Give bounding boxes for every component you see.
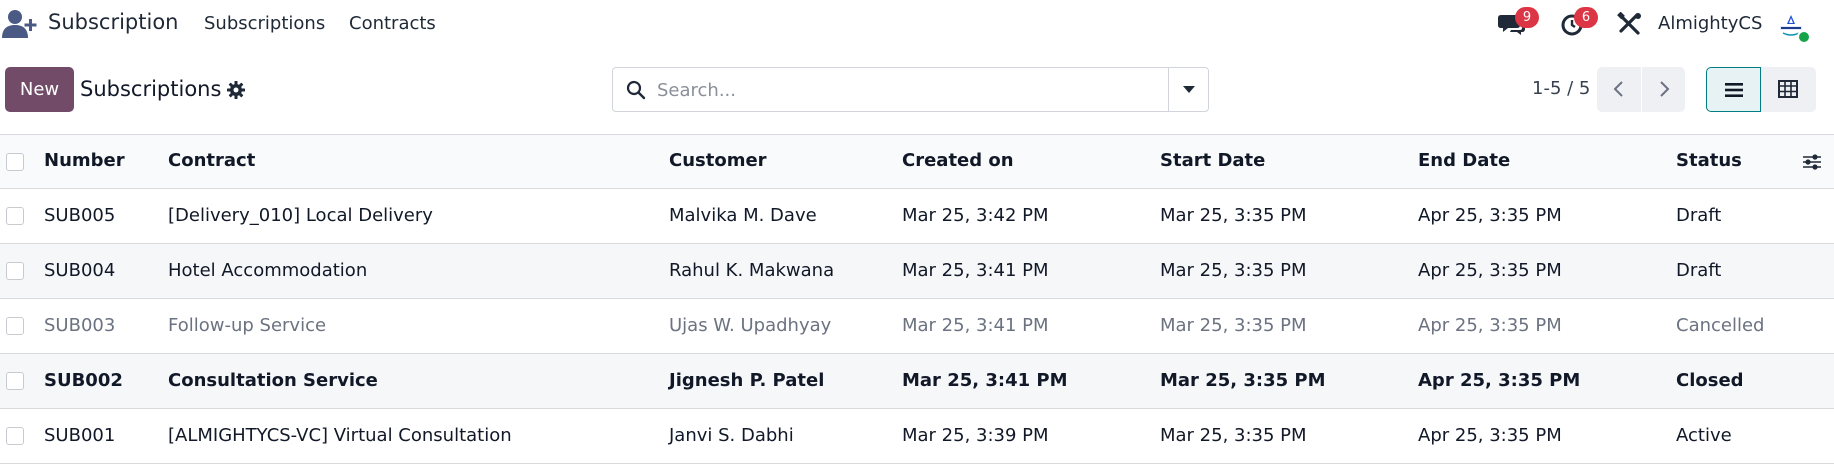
page-title[interactable]: Subscriptions [80,77,221,101]
cell-start-date: Mar 25, 3:35 PM [1160,425,1307,446]
cell-start-date: Mar 25, 3:35 PM [1160,315,1307,336]
cell-number: SUB001 [44,425,116,446]
table-row[interactable]: SUB001 [ALMIGHTYCS-VC] Virtual Consultat… [0,409,1834,464]
cell-end-date: Apr 25, 3:35 PM [1418,205,1562,226]
top-navbar: Subscription Subscriptions Contracts 9 6… [0,0,1834,48]
table-header-row: Number Contract Customer Created on Star… [0,135,1834,189]
row-checkbox[interactable] [6,427,24,445]
cell-customer: Jignesh P. Patel [669,370,825,391]
cell-created-on: Mar 25, 3:39 PM [902,425,1049,446]
gear-icon[interactable] [226,80,246,100]
cell-status: Draft [1676,205,1722,226]
cell-status: Closed [1676,370,1744,391]
search-options-toggle[interactable] [1168,68,1208,111]
pager-value[interactable]: 1-5 / 5 [1532,78,1590,99]
chat-count-badge: 9 [1515,7,1539,28]
table-row[interactable]: SUB005 [Delivery_010] Local Delivery Mal… [0,189,1834,244]
activity-count-badge: 6 [1574,7,1598,28]
row-checkbox[interactable] [6,207,24,225]
row-checkbox[interactable] [6,317,24,335]
column-header-status[interactable]: Status [1676,150,1742,171]
cell-status: Cancelled [1676,315,1765,336]
search-icon [626,80,646,100]
column-header-contract[interactable]: Contract [168,150,255,171]
cell-contract: [ALMIGHTYCS-VC] Virtual Consultation [168,425,512,446]
column-header-created-on[interactable]: Created on [902,150,1014,171]
cell-end-date: Apr 25, 3:35 PM [1418,425,1562,446]
caret-down-icon [1183,86,1195,93]
list-view-button[interactable] [1706,67,1761,112]
cell-end-date: Apr 25, 3:35 PM [1418,260,1562,281]
column-header-start-date[interactable]: Start Date [1160,150,1265,171]
chevron-right-icon [1660,81,1670,97]
cell-customer: Malvika M. Dave [669,205,817,226]
cell-status: Draft [1676,260,1722,281]
row-checkbox[interactable] [6,372,24,390]
menu-subscriptions[interactable]: Subscriptions [204,13,325,34]
cell-end-date: Apr 25, 3:35 PM [1418,315,1562,336]
cell-created-on: Mar 25, 3:42 PM [902,205,1049,226]
list-view-icon [1725,83,1743,97]
pager-next-button[interactable] [1641,67,1685,112]
search-input[interactable] [657,76,1157,104]
cell-number: SUB002 [44,370,123,391]
user-plus-icon[interactable] [2,8,38,40]
cell-customer: Rahul K. Makwana [669,260,835,281]
cell-end-date: Apr 25, 3:35 PM [1418,370,1581,391]
table-row[interactable]: SUB003 Follow-up Service Ujas W. Upadhya… [0,299,1834,354]
pivot-view-button[interactable] [1761,67,1816,112]
select-all-checkbox[interactable] [6,153,24,171]
table-row[interactable]: SUB002 Consultation Service Jignesh P. P… [0,354,1834,409]
cell-number: SUB004 [44,260,116,281]
cell-created-on: Mar 25, 3:41 PM [902,370,1068,391]
column-header-end-date[interactable]: End Date [1418,150,1510,171]
cell-start-date: Mar 25, 3:35 PM [1160,260,1307,281]
search-bar [612,67,1209,112]
menu-contracts[interactable]: Contracts [349,13,436,34]
company-switcher[interactable]: AlmightyCS [1658,13,1762,34]
subscriptions-table: Number Contract Customer Created on Star… [0,134,1834,464]
pivot-view-icon [1778,80,1798,98]
cell-contract: Hotel Accommodation [168,260,368,281]
tools-icon[interactable] [1616,12,1644,36]
app-name[interactable]: Subscription [48,10,178,34]
column-header-number[interactable]: Number [44,150,125,171]
cell-contract: Consultation Service [168,370,378,391]
pager-previous-button[interactable] [1597,67,1641,112]
cell-status: Active [1676,425,1732,446]
row-checkbox[interactable] [6,262,24,280]
cell-contract: Follow-up Service [168,315,327,336]
cell-start-date: Mar 25, 3:35 PM [1160,370,1326,391]
new-button[interactable]: New [5,67,74,112]
cell-created-on: Mar 25, 3:41 PM [902,315,1049,336]
cell-start-date: Mar 25, 3:35 PM [1160,205,1307,226]
cell-created-on: Mar 25, 3:41 PM [902,260,1049,281]
optional-columns-icon[interactable] [1801,151,1823,173]
chevron-left-icon [1613,81,1623,97]
cell-customer: Janvi S. Dabhi [669,425,794,446]
cell-contract: [Delivery_010] Local Delivery [168,205,433,226]
column-header-customer[interactable]: Customer [669,150,767,171]
table-row[interactable]: SUB004 Hotel Accommodation Rahul K. Makw… [0,244,1834,299]
cell-number: SUB003 [44,315,116,336]
online-status-dot [1797,30,1811,44]
cell-number: SUB005 [44,205,116,226]
cell-customer: Ujas W. Upadhyay [669,315,832,336]
